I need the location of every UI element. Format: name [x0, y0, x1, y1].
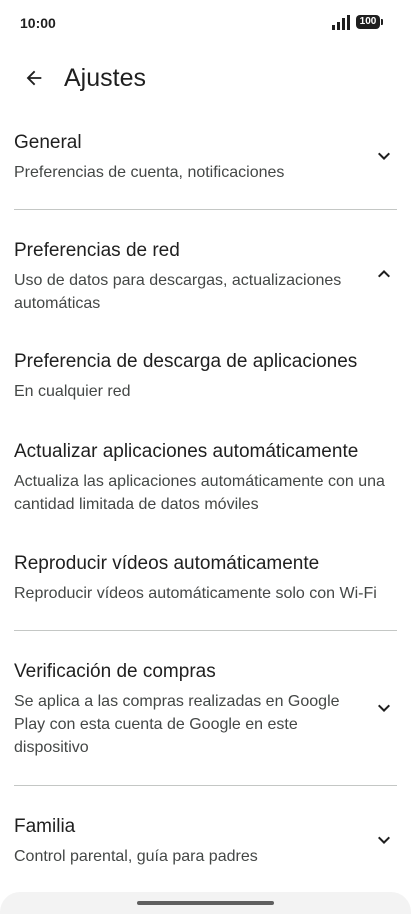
section-family-title: Familia	[14, 816, 76, 837]
status-bar: 10:00 100	[0, 0, 411, 46]
setting-autoplay-videos[interactable]: Reproducir vídeos automáticamente Reprod…	[14, 551, 398, 605]
signal-icon	[332, 15, 350, 30]
arrow-back-icon	[26, 70, 42, 86]
section-general-subtitle: Preferencias de cuenta, notificaciones	[14, 164, 285, 181]
battery-icon: 100	[356, 15, 383, 29]
home-indicator[interactable]	[137, 901, 274, 905]
divider	[14, 209, 397, 210]
setting-download-value: En cualquier red	[14, 383, 131, 400]
divider	[14, 785, 397, 786]
section-purchase-title: Verificación de compras	[14, 661, 216, 682]
setting-auto-update-title: Actualizar aplicaciones automáticamente	[14, 441, 359, 462]
section-network-preferences[interactable]: Preferencias de red Uso de datos para de…	[14, 238, 398, 315]
chevron-down-icon[interactable]	[372, 696, 396, 720]
setting-autoplay-title: Reproducir vídeos automáticamente	[14, 553, 320, 574]
section-general-title: General	[14, 132, 82, 153]
section-family-subtitle: Control parental, guía para padres	[14, 848, 258, 865]
setting-auto-update-value: Actualiza las aplicaciones automáticamen…	[14, 473, 385, 513]
setting-autoplay-value: Reproducir vídeos automáticamente solo c…	[14, 585, 377, 602]
section-network-title: Preferencias de red	[14, 240, 180, 261]
section-purchase-verification[interactable]: Verificación de compras Se aplica a las …	[14, 659, 398, 759]
status-time: 10:00	[20, 15, 56, 31]
chevron-up-icon[interactable]	[372, 262, 396, 286]
section-family[interactable]: Familia Control parental, guía para padr…	[14, 814, 398, 868]
setting-download-title: Preferencia de descarga de aplicaciones	[14, 351, 358, 372]
setting-auto-update[interactable]: Actualizar aplicaciones automáticamente …	[14, 439, 398, 516]
app-bar: Ajustes	[0, 52, 411, 104]
section-network-subtitle: Uso de datos para descargas, actualizaci…	[14, 272, 342, 312]
page-title: Ajustes	[64, 64, 146, 92]
section-purchase-subtitle: Se aplica a las compras realizadas en Go…	[14, 693, 340, 756]
section-general[interactable]: General Preferencias de cuenta, notifica…	[14, 130, 398, 184]
chevron-down-icon[interactable]	[372, 144, 396, 168]
chevron-down-icon[interactable]	[372, 828, 396, 852]
setting-download-preference[interactable]: Preferencia de descarga de aplicaciones …	[14, 349, 398, 403]
divider	[14, 630, 397, 631]
back-button[interactable]	[14, 58, 54, 98]
